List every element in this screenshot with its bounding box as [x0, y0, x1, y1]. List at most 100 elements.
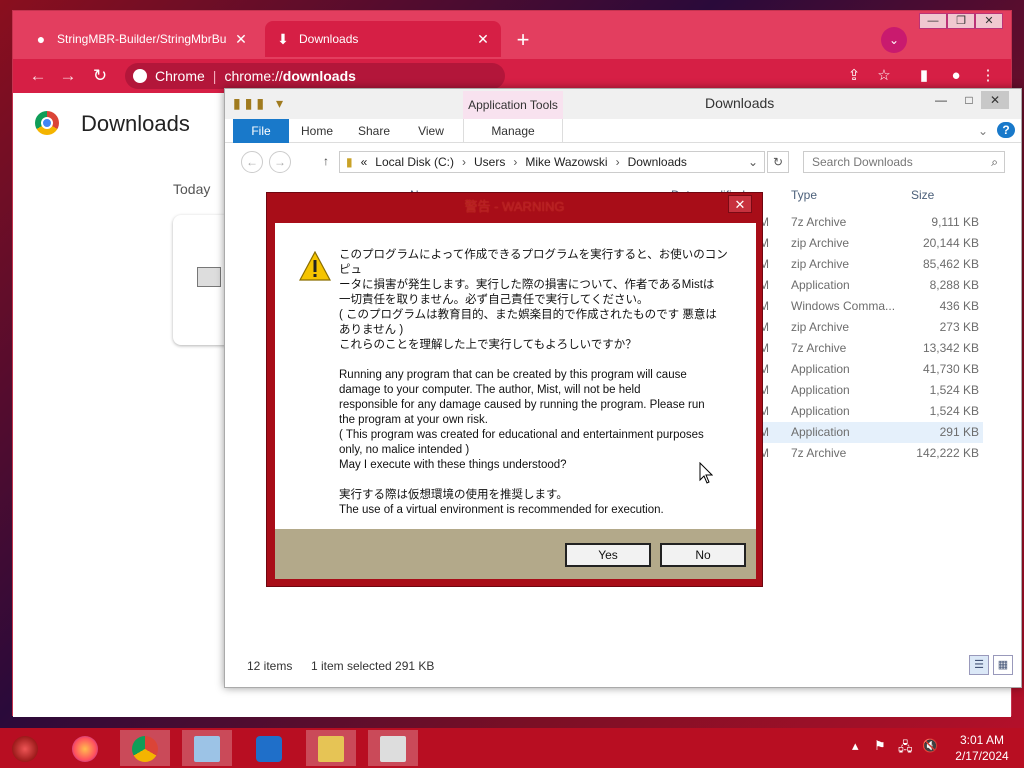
tab-title: StringMBR-Builder/StringMbrBu [57, 32, 227, 46]
breadcrumb-overflow[interactable]: « [361, 155, 368, 169]
windows-defender-icon[interactable] [244, 730, 294, 766]
table-row[interactable]: Mzip Archive 20,144 KB [759, 233, 983, 254]
tab-share[interactable]: Share [351, 119, 397, 143]
taskbar: ▴ ⚑ 🖧 🔇 3:01 AM 2/17/2024 [0, 728, 1024, 768]
file-type: 7z Archive [791, 341, 847, 355]
large-icons-view-icon[interactable]: ▦ [993, 655, 1013, 675]
column-header-type[interactable]: Type [791, 185, 817, 205]
file-size: 142,222 KB [916, 446, 979, 460]
firefox-icon[interactable] [60, 730, 110, 766]
network-icon[interactable]: 🖧 [898, 738, 913, 760]
breadcrumb[interactable]: ▮ « Local Disk (C:) › Users › Mike Wazow… [339, 151, 765, 173]
site-label: Chrome [155, 68, 205, 84]
no-button[interactable]: No [660, 543, 746, 567]
chevron-down-icon[interactable]: ⌄ [748, 155, 758, 169]
file-size: 273 KB [939, 320, 979, 334]
file-explorer-icon[interactable] [306, 730, 356, 766]
file-size: 85,462 KB [922, 257, 979, 271]
profile-avatar-icon[interactable]: ● [945, 65, 967, 87]
tab-view[interactable]: View [409, 119, 453, 143]
selection-info: 1 item selected 291 KB [311, 659, 435, 673]
navigation-bar: ← → ↑ ▮ « Local Disk (C:) › Users › Mike… [225, 147, 1021, 177]
item-count: 12 items [247, 659, 293, 673]
forward-arrow-icon[interactable]: → [57, 65, 79, 87]
bookmark-star-icon[interactable]: ☆ [873, 65, 895, 87]
file-type: Windows Comma... [791, 299, 896, 313]
breadcrumb-item[interactable]: Local Disk (C:) [375, 155, 454, 169]
folder-icon: ▮ [346, 155, 353, 169]
system-clock[interactable]: 3:01 AM 2/17/2024 [948, 732, 1016, 764]
table-row[interactable]: M Application 1,524 KB [759, 380, 983, 401]
tab-github[interactable]: ● StringMBR-Builder/StringMbrBu ✕ [23, 21, 259, 57]
column-header-size[interactable]: Size [911, 185, 934, 205]
address-bar[interactable]: Chrome | chrome:// downloads [125, 63, 505, 89]
tab-manage[interactable]: Manage [463, 119, 563, 143]
maximize-button[interactable]: □ [955, 91, 983, 109]
start-button[interactable] [0, 730, 50, 766]
github-icon: ● [36, 31, 46, 47]
help-icon[interactable]: ? [997, 122, 1015, 138]
file-type: Application [791, 383, 850, 397]
side-panel-icon[interactable]: ▮ [913, 65, 935, 87]
chevron-right-icon[interactable]: › [513, 155, 517, 169]
reload-icon[interactable]: ↻ [89, 65, 111, 87]
close-icon[interactable]: ✕ [233, 31, 249, 48]
more-menu-icon[interactable]: ⋮ [977, 65, 999, 87]
remote-desktop-icon[interactable] [182, 730, 232, 766]
breadcrumb-item[interactable]: Mike Wazowski [525, 155, 607, 169]
show-hidden-icons-icon[interactable]: ▴ [852, 738, 859, 754]
explorer-titlebar: ▮▮▮ ▾ Application Tools Downloads — □ ✕ [225, 89, 1021, 119]
tab-downloads[interactable]: ⬇ Downloads ✕ [265, 21, 501, 57]
breadcrumb-item[interactable]: Downloads [628, 155, 687, 169]
back-arrow-icon[interactable]: ← [241, 151, 263, 173]
table-row[interactable]: M Windows Comma... 436 KB [759, 296, 983, 317]
close-window-button[interactable]: ✕ [975, 13, 1003, 29]
table-row[interactable]: M 7z Archive 142,222 KB [759, 443, 983, 464]
details-view-icon[interactable]: ☰ [969, 655, 989, 675]
dialog-message: このプログラムによって作成できるプログラムを実行すると、お使いのコンピュ ータに… [339, 249, 728, 516]
file-size: 9,111 KB [931, 215, 979, 229]
chevron-down-icon[interactable]: ⌄ [881, 27, 907, 53]
back-arrow-icon[interactable]: ← [27, 65, 49, 87]
file-list: M 7z Archive 9,111 KB Mzip Archive 20,144 K… [759, 212, 983, 464]
refresh-button[interactable]: ↻ [767, 151, 789, 173]
close-icon[interactable]: ✕ [728, 195, 752, 213]
quick-access-toolbar-icon[interactable]: ▮▮▮ ▾ [233, 95, 287, 112]
chevron-right-icon[interactable]: › [462, 155, 466, 169]
table-row[interactable]: Mzip Archive 273 KB [759, 317, 983, 338]
download-icon: ⬇ [277, 31, 289, 47]
table-row[interactable]: Mzip Archive 85,462 KB [759, 254, 983, 275]
date-group-label: Today [173, 181, 211, 197]
table-row[interactable]: M Application 1,524 KB [759, 401, 983, 422]
restore-button[interactable]: ❐ [947, 13, 975, 29]
search-input[interactable]: Search Downloads ⌕ [803, 151, 1005, 173]
action-center-flag-icon[interactable]: ⚑ [874, 738, 886, 754]
table-row[interactable]: M 7z Archive 13,342 KB [759, 338, 983, 359]
volume-muted-icon[interactable]: 🔇 [922, 738, 938, 754]
clock-time: 3:01 AM [959, 733, 1005, 747]
tab-home[interactable]: Home [295, 119, 339, 143]
share-icon[interactable]: ⇪ [843, 65, 865, 87]
minimize-button[interactable]: — [927, 91, 955, 109]
table-row[interactable]: M Application 8,288 KB [759, 275, 983, 296]
tab-file[interactable]: File [233, 119, 289, 143]
chevron-right-icon[interactable]: › [616, 155, 620, 169]
table-row[interactable]: M Application 41,730 KB [759, 359, 983, 380]
file-size: 1,524 KB [929, 404, 979, 418]
minimize-button[interactable]: — [919, 13, 947, 29]
yes-button[interactable]: Yes [565, 543, 651, 567]
chrome-site-icon [133, 69, 147, 83]
file-size: 291 KB [939, 425, 979, 439]
breadcrumb-item[interactable]: Users [474, 155, 505, 169]
up-arrow-icon[interactable]: ↑ [315, 151, 337, 173]
application-window-icon[interactable] [368, 730, 418, 766]
search-placeholder: Search Downloads [812, 155, 913, 169]
table-row-selected[interactable]: M Application 291 KB [759, 422, 983, 443]
chevron-down-icon[interactable]: ⌄ [973, 119, 993, 143]
new-tab-button[interactable]: + [511, 29, 535, 53]
chrome-icon[interactable] [120, 730, 170, 766]
close-window-button[interactable]: ✕ [981, 91, 1009, 109]
close-icon[interactable]: ✕ [475, 31, 491, 48]
forward-arrow-icon[interactable]: → [269, 151, 291, 173]
table-row[interactable]: M 7z Archive 9,111 KB [759, 212, 983, 233]
